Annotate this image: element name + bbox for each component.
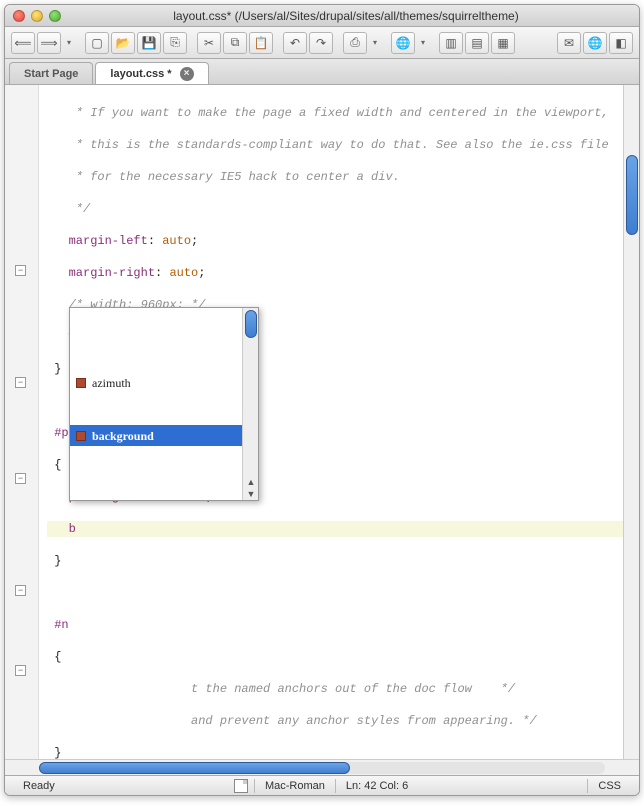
code-line: t the named anchors out of the doc flow … — [47, 682, 515, 696]
tab-label: Start Page — [24, 68, 78, 80]
code-line: } — [47, 362, 61, 376]
browser-dropdown[interactable]: ▾ — [417, 38, 429, 47]
code-line: margin-right — [47, 266, 155, 280]
nav-history-dropdown[interactable]: ▾ — [63, 38, 75, 47]
save-all-button[interactable]: ⎘ — [163, 32, 187, 54]
close-window-button[interactable] — [13, 10, 25, 22]
autocomplete-item-selected[interactable]: background — [70, 425, 258, 446]
horizontal-scrollbar-thumb[interactable] — [39, 762, 350, 774]
autocomplete-item[interactable]: azimuth — [70, 372, 258, 393]
code-line: } — [47, 554, 61, 568]
status-encoding[interactable]: Mac-Roman — [255, 780, 335, 792]
tab-bar: Start Page layout.css * × — [5, 59, 639, 85]
status-cursor-position[interactable]: Ln: 42 Col: 6 — [336, 780, 418, 792]
paste-button[interactable]: 📋 — [249, 32, 273, 54]
tab-label: layout.css * — [110, 68, 171, 80]
scroll-down-icon[interactable]: ▼ — [245, 486, 257, 498]
scroll-up-icon[interactable]: ▲ — [245, 474, 257, 486]
mail-button[interactable]: ✉ — [557, 32, 581, 54]
code-line: } — [47, 746, 61, 759]
fold-marker-icon[interactable]: − — [15, 585, 26, 596]
open-file-button[interactable]: 📂 — [111, 32, 135, 54]
traffic-lights — [13, 10, 61, 22]
autocomplete-item-label: background — [92, 428, 154, 444]
toolbar: ⟸ ⟹ ▾ ▢ 📂 💾 ⎘ ✂ ⧉ 📋 ↶ ↷ ⎙ ▾ 🌐 ▾ ▥ ▤ ▦ ✉ … — [5, 27, 639, 59]
code-line: { — [47, 650, 61, 664]
autocomplete-scrollbar[interactable]: ▲ ▼ — [242, 308, 258, 500]
document-icon — [234, 779, 248, 793]
fold-marker-icon[interactable]: − — [15, 473, 26, 484]
autocomplete-list: azimuth background background-attachment… — [70, 340, 258, 452]
window: layout.css* (/Users/al/Sites/drupal/site… — [4, 4, 640, 796]
gutter[interactable]: − − − − − — [5, 85, 39, 759]
print-dropdown[interactable]: ▾ — [369, 38, 381, 47]
editor: − − − − − * If you want to make the page… — [5, 85, 639, 759]
copy-button[interactable]: ⧉ — [223, 32, 247, 54]
property-icon — [76, 431, 86, 441]
status-language[interactable]: CSS — [588, 780, 631, 792]
autocomplete-scrollbar-thumb[interactable] — [245, 310, 257, 338]
nav-forward-button[interactable]: ⟹ — [37, 32, 61, 54]
window-title: layout.css* (/Users/al/Sites/drupal/site… — [61, 9, 631, 23]
zoom-window-button[interactable] — [49, 10, 61, 22]
status-bar: Ready Mac-Roman Ln: 42 Col: 6 CSS — [5, 775, 639, 795]
titlebar: layout.css* (/Users/al/Sites/drupal/site… — [5, 5, 639, 27]
fold-marker-icon[interactable]: − — [15, 377, 26, 388]
undo-button[interactable]: ↶ — [283, 32, 307, 54]
code-line: margin-left — [47, 234, 148, 248]
redo-button[interactable]: ↷ — [309, 32, 333, 54]
status-ready: Ready — [13, 780, 65, 792]
code-line — [47, 585, 623, 601]
help-button[interactable]: ◧ — [609, 32, 633, 54]
autocomplete-popup[interactable]: azimuth background background-attachment… — [69, 307, 259, 501]
tab-close-icon[interactable]: × — [180, 67, 194, 81]
fold-marker-icon[interactable]: − — [15, 665, 26, 676]
globe-button[interactable]: 🌐 — [583, 32, 607, 54]
code-line: and prevent any anchor styles from appea… — [47, 714, 537, 728]
code-line-current: b — [47, 522, 76, 536]
minimize-window-button[interactable] — [31, 10, 43, 22]
panel-1-button[interactable]: ▥ — [439, 32, 463, 54]
print-button[interactable]: ⎙ — [343, 32, 367, 54]
fold-marker-icon[interactable]: − — [15, 265, 26, 276]
autocomplete-item-label: azimuth — [92, 375, 131, 391]
property-icon — [76, 378, 86, 388]
nav-back-button[interactable]: ⟸ — [11, 32, 35, 54]
vertical-scrollbar-thumb[interactable] — [626, 155, 638, 235]
new-file-button[interactable]: ▢ — [85, 32, 109, 54]
code-line: * If you want to make the page a fixed w… — [47, 106, 609, 120]
code-line: * this is the standards-compliant way to… — [47, 138, 609, 152]
save-button[interactable]: 💾 — [137, 32, 161, 54]
tab-start-page[interactable]: Start Page — [9, 62, 93, 84]
panel-3-button[interactable]: ▦ — [491, 32, 515, 54]
panel-2-button[interactable]: ▤ — [465, 32, 489, 54]
code-area[interactable]: * If you want to make the page a fixed w… — [39, 85, 623, 759]
code-line: { — [47, 458, 61, 472]
horizontal-scrollbar-track[interactable] — [39, 762, 605, 774]
code-line: * for the necessary IE5 hack to center a… — [47, 170, 400, 184]
tab-layout-css[interactable]: layout.css * × — [95, 62, 208, 84]
code-line: #n — [47, 618, 69, 632]
horizontal-scrollbar[interactable] — [5, 759, 639, 775]
code-line: */ — [47, 202, 90, 216]
vertical-scrollbar[interactable] — [623, 85, 639, 759]
browser-button[interactable]: 🌐 — [391, 32, 415, 54]
cut-button[interactable]: ✂ — [197, 32, 221, 54]
